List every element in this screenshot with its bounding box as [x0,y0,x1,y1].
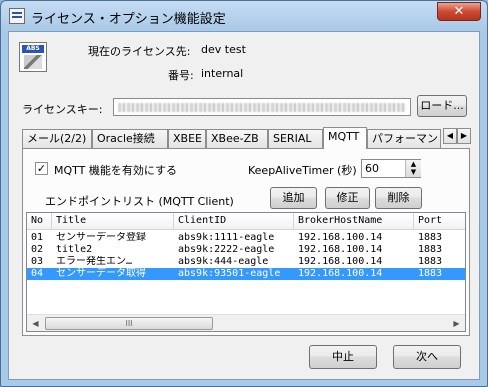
list-header: No Title ClientID BrokerHostName Port [27,213,465,230]
close-button[interactable]: ✕ [437,2,481,21]
cell-broker: 192.168.100.14 [298,232,383,243]
cell-no: 03 [31,256,44,267]
cell-port: 1883 [418,268,443,279]
column-header-title[interactable]: Title [52,213,174,230]
license-key-label: ライセンスキー: [22,103,103,116]
scroll-left-icon[interactable]: ◀ [27,315,44,331]
license-holder-label: 現在のライセンス先: [88,45,191,58]
license-key-field[interactable] [113,98,411,116]
cell-broker: 192.168.100.14 [298,268,383,279]
cell-client-id: abs9k:93501-eagle [178,268,281,279]
spin-down-icon[interactable]: ▼ [406,168,421,176]
title-bar[interactable]: ライセンス・オプション機能設定 ✕ [1,1,487,31]
tab-mail[interactable]: メール(2/2) [22,129,92,148]
scroll-thumb[interactable]: III [45,317,213,330]
spin-up-icon[interactable]: ▲ [406,160,421,168]
cell-port: 1883 [418,256,443,267]
window-title: ライセンス・オプション機能設定 [31,12,226,27]
edit-button[interactable]: 修正 [325,187,370,209]
column-header-clientid[interactable]: ClientID [174,213,294,230]
cell-title: センサーデータ登録 [56,232,146,243]
load-button[interactable]: ロード... [417,95,467,117]
cancel-button[interactable]: 中止 [309,345,377,369]
license-key-masked [118,103,406,112]
tab-xbee-zb[interactable]: XBee-ZB [206,129,268,148]
list-row[interactable]: 01 センサーデータ登録 abs9k:1111-eagle 192.168.10… [27,232,465,244]
logo-text: ABS [22,45,44,53]
cell-port: 1883 [418,244,443,255]
cell-no: 04 [31,268,44,279]
tab-oracle[interactable]: Oracle接続 [92,129,168,148]
mqtt-panel: ✓ MQTT 機能を有効にする KeepAliveTimer (秒) 60 ▲ … [22,148,470,336]
dialog-window: ライセンス・オプション機能設定 ✕ ABS 現在のライセンス先: dev tes… [0,0,488,387]
list-row[interactable]: 03 エラー発生エン… abs9k:444-eagle 192.168.100.… [27,256,465,268]
cell-no: 02 [31,244,44,255]
abs-logo-icon: ABS [19,42,47,72]
license-holder-value: dev test [201,43,246,56]
tab-strip: メール(2/2) Oracle接続 XBEE XBee-ZB SERIAL MQ… [22,127,471,149]
tab-scroll-right-icon[interactable]: ▶ [457,128,471,144]
cell-broker: 192.168.100.14 [298,256,383,267]
endpoint-list[interactable]: No Title ClientID BrokerHostName Port 01… [26,212,466,332]
delete-button[interactable]: 削除 [375,187,422,209]
license-number-value: internal [201,67,244,80]
cell-client-id: abs9k:1111-eagle [178,232,275,243]
cell-no: 01 [31,232,44,243]
list-row-selected[interactable]: 04 センサーデータ取得 abs9k:93501-eagle 192.168.1… [27,268,465,280]
horizontal-scrollbar[interactable]: ◀ III ▶ [27,314,465,331]
cell-client-id: abs9k:444-eagle [178,256,269,267]
tab-scroll-left-icon[interactable]: ◀ [443,128,457,144]
dialog-client-area: ABS 現在のライセンス先: dev test 番号: internal ライセ… [8,31,480,380]
app-icon [9,8,25,24]
mqtt-enable-label[interactable]: MQTT 機能を有効にする [54,162,177,178]
column-header-no[interactable]: No [27,213,52,230]
tab-performance[interactable]: パフォーマン [367,129,441,148]
keepalive-spinner[interactable]: ▲ ▼ [405,160,421,177]
next-button[interactable]: 次へ [393,345,461,369]
cell-broker: 192.168.100.14 [298,244,383,255]
cell-title: エラー発生エン… [56,256,133,267]
mqtt-enable-checkbox[interactable]: ✓ [35,162,48,175]
cell-title: title2 [56,244,93,255]
logo-graphic [24,55,42,69]
list-row[interactable]: 02 title2 abs9k:2222-eagle 192.168.100.1… [27,244,465,256]
cell-client-id: abs9k:2222-eagle [178,244,275,255]
add-button[interactable]: 追加 [270,187,317,209]
license-number-label: 番号: [168,69,194,82]
tab-mqtt[interactable]: MQTT [323,127,367,149]
column-header-port[interactable]: Port [414,213,465,230]
cell-port: 1883 [418,232,443,243]
tab-xbee[interactable]: XBEE [168,129,206,148]
scroll-right-icon[interactable]: ▶ [448,315,465,331]
endpoint-list-label: エンドポイントリスト (MQTT Client) [45,195,234,208]
column-header-broker[interactable]: BrokerHostName [294,213,414,230]
tab-serial[interactable]: SERIAL [268,129,323,148]
cell-title: センサーデータ取得 [56,268,146,279]
keepalive-label: KeepAliveTimer (秒) [248,164,357,177]
